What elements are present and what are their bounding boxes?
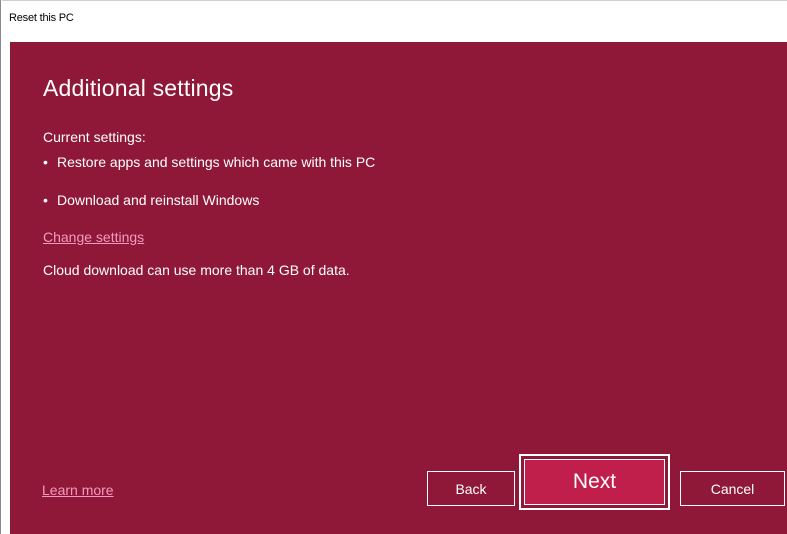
setting-item-text: Download and reinstall Windows (57, 192, 260, 208)
next-button[interactable]: Next (524, 459, 665, 505)
bullet-icon: • (43, 154, 48, 170)
bullet-icon: • (43, 192, 48, 208)
page-heading: Additional settings (43, 75, 234, 101)
setting-item: • Restore apps and settings which came wi… (43, 154, 375, 170)
current-settings-label: Current settings: (43, 129, 146, 145)
content-panel: Additional settings Current settings: • R… (10, 42, 787, 534)
next-button-focus-ring: Next (519, 454, 670, 510)
change-settings-link[interactable]: Change settings (43, 229, 144, 245)
setting-item: • Download and reinstall Windows (43, 192, 259, 208)
window-title: Reset this PC (9, 12, 74, 24)
setting-item-text: Restore apps and settings which came wit… (57, 154, 376, 170)
reset-pc-window: Reset this PC Additional settings Curren… (0, 0, 787, 534)
cancel-button[interactable]: Cancel (680, 471, 785, 506)
data-usage-notice: Cloud download can use more than 4 GB of… (43, 262, 350, 278)
learn-more-link[interactable]: Learn more (42, 482, 114, 498)
back-button[interactable]: Back (427, 471, 515, 506)
title-bar: Reset this PC (2, 0, 787, 42)
